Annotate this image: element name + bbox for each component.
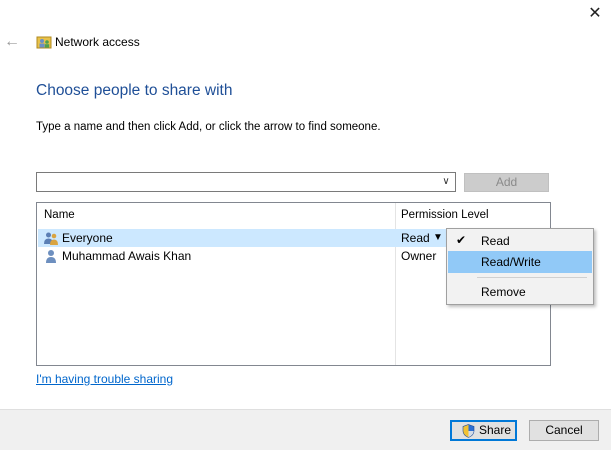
user-icon <box>43 248 59 264</box>
instruction-text: Type a name and then click Add, or click… <box>36 121 381 133</box>
row-name-label: Muhammad Awais Khan <box>62 249 192 263</box>
column-header-name[interactable]: Name <box>44 209 75 221</box>
name-input[interactable] <box>39 174 435 190</box>
share-button-label: Share <box>479 423 512 437</box>
column-divider <box>395 203 396 365</box>
chevron-down-icon[interactable]: ∨ <box>440 175 452 189</box>
dropdown-arrow-icon[interactable]: ▼ <box>433 232 443 243</box>
back-arrow-icon[interactable]: ← <box>4 34 22 50</box>
row-permission-dropdown[interactable]: Read <box>401 231 430 245</box>
page-heading: Choose people to share with <box>36 82 233 99</box>
menu-item-label: Read <box>481 234 510 248</box>
network-users-icon <box>36 34 52 50</box>
add-button[interactable]: Add <box>464 173 549 192</box>
menu-item-label: Remove <box>481 285 526 299</box>
menu-separator <box>477 277 587 278</box>
column-header-permission[interactable]: Permission Level <box>401 209 489 221</box>
share-button[interactable]: Share <box>450 420 517 441</box>
footer-bar: Share Cancel <box>0 409 611 450</box>
window-title: Network access <box>55 35 140 49</box>
menu-item-read-write[interactable]: Read/Write <box>448 251 592 273</box>
row-name-label: Everyone <box>62 231 113 245</box>
uac-shield-icon <box>462 424 475 438</box>
checkmark-icon: ✔ <box>456 233 467 247</box>
users-icon <box>43 230 59 246</box>
permission-menu: ✔ Read Read/Write Remove <box>446 228 594 305</box>
close-icon[interactable]: ✕ <box>584 4 606 24</box>
row-permission-label: Owner <box>401 249 437 263</box>
menu-item-remove[interactable]: Remove <box>448 281 592 303</box>
menu-item-read[interactable]: ✔ Read <box>448 230 592 252</box>
menu-item-label: Read/Write <box>481 255 541 269</box>
trouble-sharing-link[interactable]: I'm having trouble sharing <box>36 372 173 386</box>
cancel-button[interactable]: Cancel <box>529 420 599 441</box>
name-combo-box[interactable]: ∨ <box>36 172 456 192</box>
